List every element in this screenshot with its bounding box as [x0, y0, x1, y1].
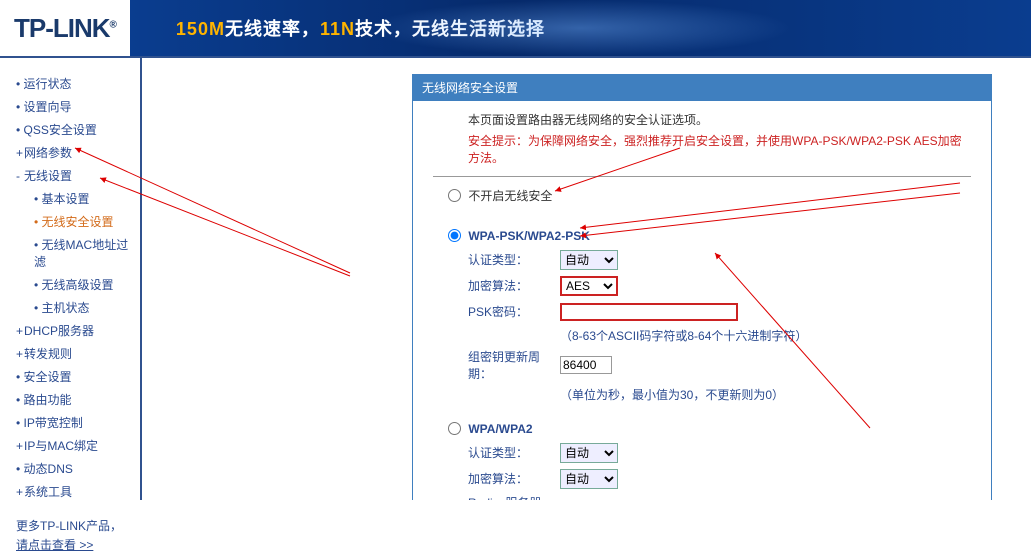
nav-forward[interactable]: +转发规则	[16, 342, 140, 365]
option-wpapsk[interactable]: WPA-PSK/WPA2-PSK	[448, 228, 971, 243]
main-content: 无线网络安全设置 本页面设置路由器无线网络的安全认证选项。 安全提示：为保障网络…	[142, 58, 1031, 500]
nav-wireless-basic[interactable]: 基本设置	[34, 187, 140, 210]
label-psk-pwd: PSK密码：	[468, 303, 560, 320]
select-enc-algo[interactable]: AES	[560, 276, 618, 296]
nav-wireless[interactable]: -无线设置	[16, 164, 140, 187]
nav-ipmac[interactable]: +IP与MAC绑定	[16, 434, 140, 457]
label-enc-algo: 加密算法：	[468, 277, 560, 294]
nav-dhcp[interactable]: +DHCP服务器	[16, 319, 140, 342]
label-no-security: 不开启无线安全	[468, 189, 552, 203]
hint-psk: （8-63个ASCII码字符或8-64个十六进制字符）	[560, 327, 971, 344]
intro-text: 本页面设置路由器无线网络的安全认证选项。	[468, 111, 971, 128]
input-group-key-interval[interactable]	[560, 356, 612, 374]
radio-wpa[interactable]	[448, 422, 461, 435]
select-auth-type-2[interactable]: 自动	[560, 443, 618, 463]
nav-wireless-security[interactable]: 无线安全设置	[34, 210, 140, 233]
radio-wpapsk[interactable]	[448, 229, 461, 242]
select-auth-type[interactable]: 自动	[560, 250, 618, 270]
nav-qos[interactable]: IP带宽控制	[16, 411, 140, 434]
label-auth-type-2: 认证类型：	[468, 444, 560, 461]
hint-interval: （单位为秒，最小值为30，不更新则为0）	[560, 386, 971, 403]
label-radius-ip: Radius服务器IP：	[468, 494, 560, 500]
nav-network-params[interactable]: +网络参数	[16, 141, 140, 164]
more-products-link[interactable]: 更多TP-LINK产品， 请点击查看 >>	[16, 517, 140, 555]
nav-routing[interactable]: 路由功能	[16, 388, 140, 411]
option-no-security[interactable]: 不开启无线安全	[448, 187, 971, 204]
panel-title: 无线网络安全设置	[412, 74, 992, 101]
brand-logo: TP-LINK®	[0, 13, 116, 44]
radio-no-security[interactable]	[448, 189, 461, 202]
sidebar-nav: 运行状态 设置向导 QSS安全设置 +网络参数 -无线设置 基本设置 无线安全设…	[0, 58, 140, 500]
input-psk-password[interactable]	[560, 303, 738, 321]
wireless-security-panel: 无线网络安全设置 本页面设置路由器无线网络的安全认证选项。 安全提示：为保障网络…	[412, 74, 992, 500]
nav-wireless-advanced[interactable]: 无线高级设置	[34, 273, 140, 296]
label-group-key-interval: 组密钥更新周期：	[468, 348, 560, 382]
intro-warning: 安全提示：为保障网络安全，强烈推荐开启安全设置，并使用WPA-PSK/WPA2-…	[468, 132, 971, 166]
nav-wireless-host[interactable]: 主机状态	[34, 296, 140, 319]
label-wpapsk: WPA-PSK/WPA2-PSK	[468, 229, 590, 243]
header-banner: TP-LINK® 150M无线速率，11N技术，无线生活新选择	[0, 0, 1031, 58]
nav-status[interactable]: 运行状态	[16, 72, 140, 95]
nav-ddns[interactable]: 动态DNS	[16, 457, 140, 480]
select-enc-algo-2[interactable]: 自动	[560, 469, 618, 489]
label-wpa: WPA/WPA2	[468, 422, 532, 436]
nav-wizard[interactable]: 设置向导	[16, 95, 140, 118]
option-wpa[interactable]: WPA/WPA2	[448, 421, 971, 436]
banner-tagline: 150M无线速率，11N技术，无线生活新选择	[176, 15, 545, 41]
label-auth-type: 认证类型：	[468, 251, 560, 268]
nav-qss[interactable]: QSS安全设置	[16, 118, 140, 141]
label-enc-algo-2: 加密算法：	[468, 470, 560, 487]
nav-security[interactable]: 安全设置	[16, 365, 140, 388]
nav-wireless-mac[interactable]: 无线MAC地址过滤	[34, 233, 140, 273]
